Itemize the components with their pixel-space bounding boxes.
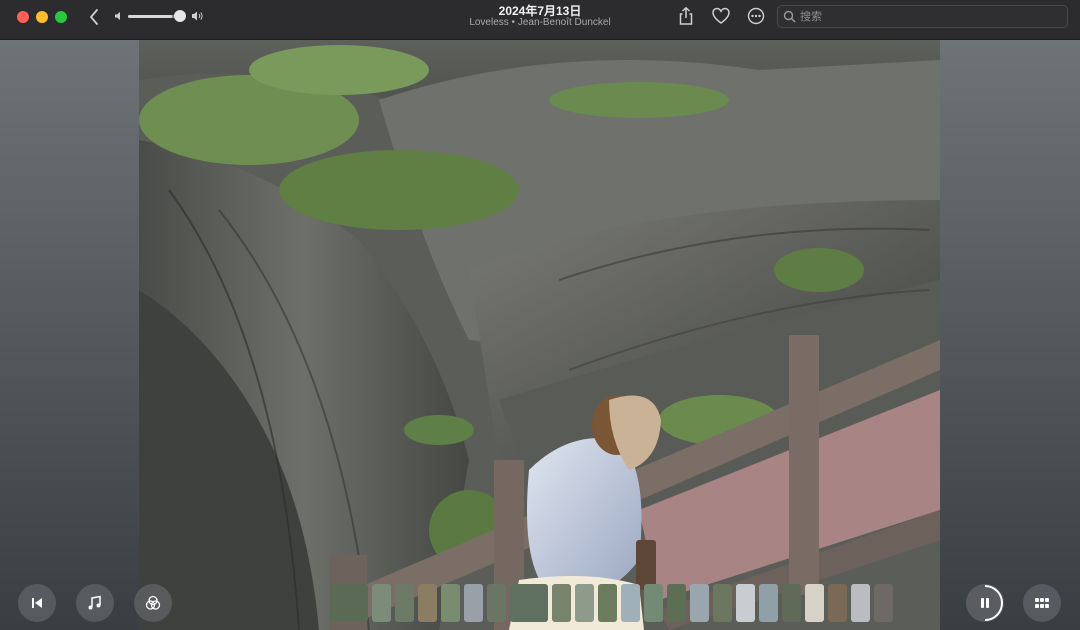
filmstrip-thumb[interactable] xyxy=(874,584,893,622)
filmstrip-thumb[interactable] xyxy=(330,584,368,622)
filmstrip-thumb[interactable] xyxy=(552,584,571,622)
music-button[interactable] xyxy=(76,584,114,622)
search-icon xyxy=(783,10,796,23)
filter-icon xyxy=(145,595,161,610)
backdrop-right xyxy=(940,40,1080,630)
filmstrip-thumb[interactable] xyxy=(690,584,709,622)
filmstrip-thumb[interactable] xyxy=(644,584,663,622)
filmstrip-thumb[interactable] xyxy=(464,584,483,622)
more-icon[interactable] xyxy=(746,6,766,26)
filter-button[interactable] xyxy=(134,584,172,622)
filmstrip-thumb[interactable] xyxy=(598,584,617,622)
volume-slider[interactable] xyxy=(128,15,180,18)
filmstrip-thumb[interactable] xyxy=(621,584,640,622)
share-icon[interactable] xyxy=(676,6,696,26)
music-note-icon xyxy=(88,595,101,610)
heart-icon[interactable] xyxy=(711,6,731,26)
search-input[interactable] xyxy=(800,8,1060,25)
skip-back-icon xyxy=(32,598,42,608)
filmstrip-thumb[interactable] xyxy=(372,584,391,622)
filmstrip-thumb[interactable] xyxy=(575,584,594,622)
grid-view-button[interactable] xyxy=(1023,584,1061,622)
volume-high-icon xyxy=(192,11,203,21)
filmstrip-thumb[interactable] xyxy=(667,584,686,622)
filmstrip-thumb[interactable] xyxy=(736,584,755,622)
grid-icon xyxy=(1035,598,1049,608)
pause-button[interactable] xyxy=(966,584,1004,622)
filmstrip[interactable] xyxy=(330,584,970,622)
filmstrip-thumb[interactable] xyxy=(510,584,548,622)
minimize-window-button[interactable] xyxy=(36,11,48,23)
volume-slider-knob[interactable] xyxy=(174,10,186,22)
filmstrip-thumb[interactable] xyxy=(805,584,824,622)
volume-low-icon xyxy=(115,12,120,20)
filmstrip-thumb[interactable] xyxy=(487,584,506,622)
filmstrip-thumb[interactable] xyxy=(713,584,732,622)
volume-fill xyxy=(128,15,173,18)
chevron-left-icon[interactable] xyxy=(86,7,102,27)
filmstrip-thumb[interactable] xyxy=(782,584,801,622)
filmstrip-thumb[interactable] xyxy=(441,584,460,622)
filmstrip-thumb[interactable] xyxy=(395,584,414,622)
filmstrip-thumb[interactable] xyxy=(759,584,778,622)
filmstrip-thumb[interactable] xyxy=(851,584,870,622)
maximize-window-button[interactable] xyxy=(55,11,67,23)
progress-ring xyxy=(984,585,1003,621)
filmstrip-thumb[interactable] xyxy=(828,584,847,622)
backdrop-left xyxy=(0,40,139,630)
search-field[interactable] xyxy=(777,5,1068,28)
previous-button[interactable] xyxy=(18,584,56,622)
filmstrip-thumb[interactable] xyxy=(418,584,437,622)
window-titlebar: 2024年7月13日 Loveless • Jean-Benoît Duncke… xyxy=(0,0,1080,40)
close-window-button[interactable] xyxy=(17,11,29,23)
slideshow-photo[interactable] xyxy=(139,40,940,630)
now-playing-subtitle: Loveless • Jean-Benoît Dunckel xyxy=(469,17,611,28)
